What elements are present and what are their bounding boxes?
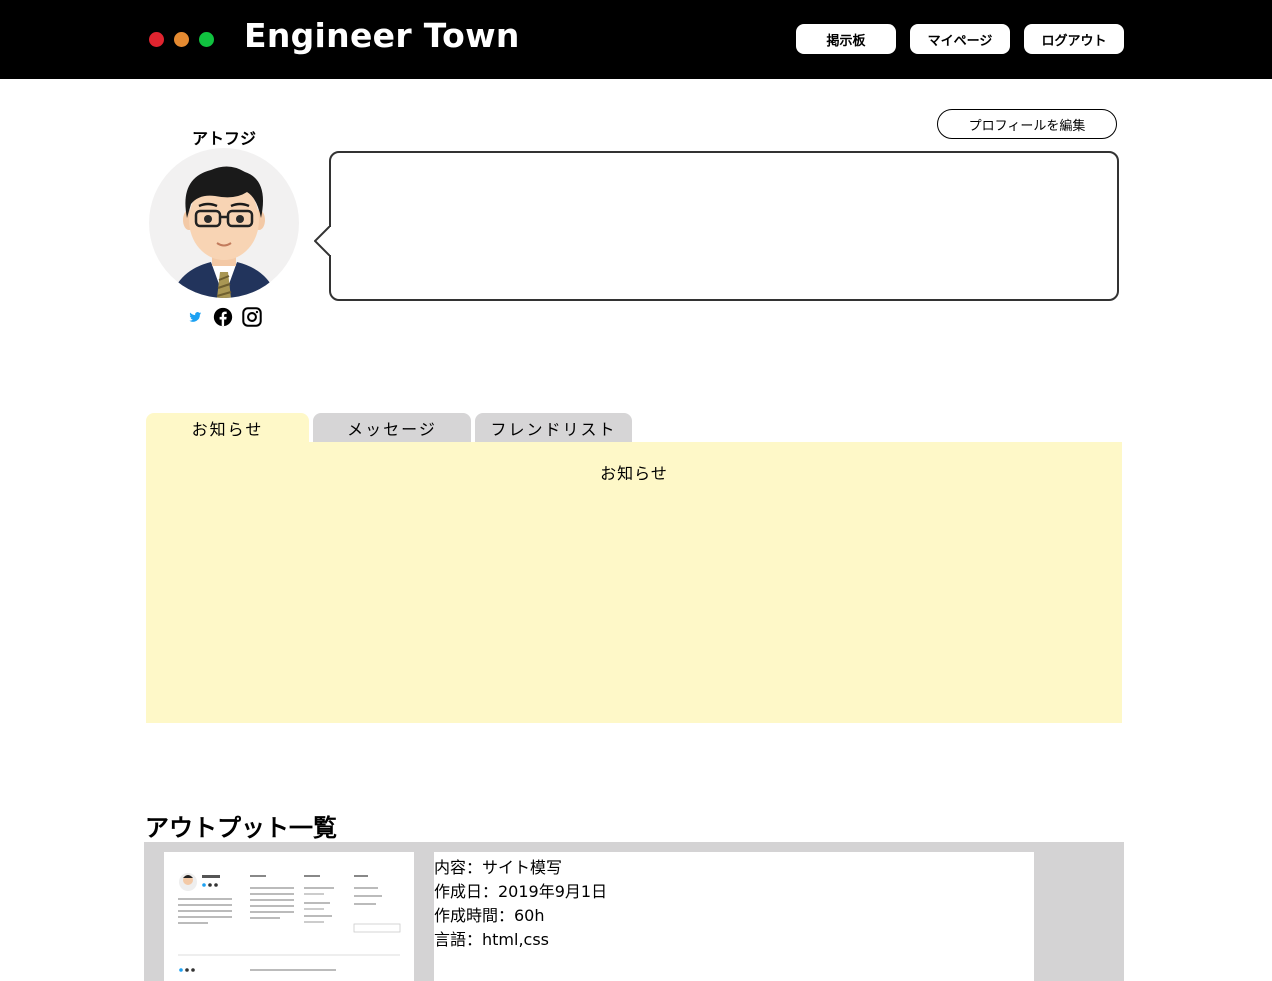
nav-logout-button[interactable]: ログアウト (1024, 24, 1124, 54)
window-dot-green (199, 32, 214, 47)
outputs-heading: アウトプット一覧 (145, 814, 337, 842)
facebook-icon[interactable] (212, 306, 234, 328)
window-dot-red (149, 32, 164, 47)
site-header: Engineer Town 掲示板 マイページ ログアウト (0, 0, 1272, 79)
panel-title: お知らせ (600, 464, 668, 483)
nav-board-button[interactable]: 掲示板 (796, 24, 896, 54)
output-content: 内容：サイト模写 (434, 858, 563, 877)
tab-notices[interactable]: お知らせ (146, 413, 309, 442)
edit-profile-button[interactable]: プロフィールを編集 (937, 109, 1117, 139)
profile-username: アトフジ (191, 129, 256, 148)
bio-bubble (329, 151, 1119, 301)
window-dot-orange (174, 32, 189, 47)
twitter-icon[interactable] (184, 306, 206, 328)
output-created-date: 作成日：2019年9月1日 (434, 882, 608, 901)
bubble-tail (314, 226, 336, 256)
nav-mypage-button[interactable]: マイページ (910, 24, 1010, 54)
instagram-icon[interactable] (241, 306, 263, 328)
avatar (149, 148, 299, 298)
output-thumbnail[interactable] (164, 852, 414, 981)
output-language: 言語：html,css (434, 930, 550, 949)
tab-friend-list[interactable]: フレンドリスト (475, 413, 632, 442)
site-logo[interactable]: Engineer Town (244, 16, 520, 55)
output-details: 内容：サイト模写 作成日：2019年9月1日 作成時間：60h 言語：html,… (434, 852, 1034, 981)
tab-messages[interactable]: メッセージ (313, 413, 471, 442)
notices-panel: お知らせ (146, 442, 1122, 723)
output-hours: 作成時間：60h (434, 906, 545, 925)
